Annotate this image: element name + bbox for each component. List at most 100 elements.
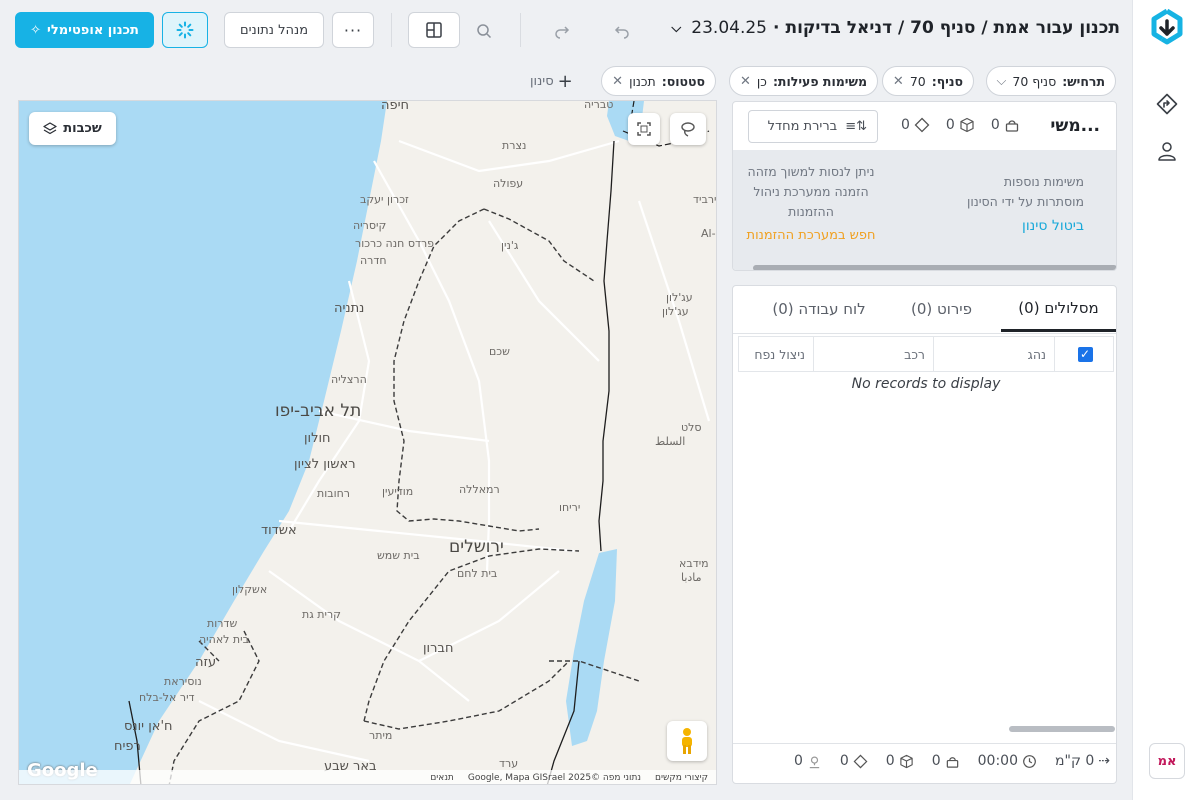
distance-stat: ⇢ 0 ק"מ (1055, 753, 1110, 769)
column-volume-usage[interactable]: ניצול נפח (739, 337, 814, 371)
app-logo[interactable] (1133, 8, 1200, 48)
fullscreen-button[interactable] (628, 113, 660, 145)
chip-key: סניף: (931, 73, 963, 89)
terms-link[interactable]: תנאים (430, 773, 454, 783)
column-vehicle[interactable]: רכב (814, 337, 934, 371)
town-label: רפיח (114, 739, 141, 754)
divider (391, 13, 392, 47)
more-button[interactable]: ··· (332, 12, 374, 48)
town-label: קיסריה (353, 219, 387, 232)
users-nav-item[interactable] (1133, 140, 1200, 162)
redo-button[interactable] (546, 15, 578, 47)
town-label: مادبا (681, 571, 702, 584)
empty-state-text: No records to display (851, 376, 1001, 392)
order-note-line: הזמנה ממערכת ניהול (753, 184, 869, 199)
town-label: נוסיראת (164, 675, 202, 688)
routes-summary: ⇢ 0 ק"מ 00:00 0 0 0 0 (794, 753, 1110, 769)
chevron-down-icon[interactable]: ⌵ (671, 21, 681, 36)
town-label: נתניה (334, 301, 365, 316)
town-label: יריחו (559, 501, 581, 514)
close-icon[interactable]: ✕ (612, 74, 623, 89)
horizontal-scrollbar[interactable] (1009, 726, 1115, 732)
map-footer: קיצורי מקשים נתוני מפה ©2025 Google, Map… (19, 770, 716, 784)
routes-nav-item[interactable] (1133, 93, 1200, 115)
tab-routes[interactable]: מסלולים (0) (1001, 286, 1116, 332)
volume-stat: 0 (840, 753, 868, 769)
filter-chip-scenario[interactable]: תרחיש: סניף 70 ⌵ (985, 66, 1116, 96)
volume-count: 0 (901, 117, 910, 133)
cancel-filter-link[interactable]: ביטול סינון (967, 216, 1084, 236)
town-label: דיר אל-בלח (139, 691, 195, 704)
chip-value: תכנון (629, 73, 656, 89)
diamond-icon (853, 754, 868, 768)
layers-button[interactable]: שכבות (29, 112, 116, 145)
keyboard-shortcuts-link[interactable]: קיצורי מקשים (655, 773, 708, 783)
footer-divider (733, 743, 1116, 744)
town-label: السلط (655, 435, 686, 448)
search-button[interactable] (468, 15, 500, 47)
redo-icon (555, 26, 570, 39)
layout-toggle-button[interactable] (408, 12, 460, 48)
column-driver[interactable]: נהג (934, 337, 1055, 371)
user-icon (1158, 142, 1176, 161)
tab-details[interactable]: פירוט (0) (884, 286, 999, 332)
town-label: Al-I (701, 227, 716, 240)
stops-value: 0 (793, 753, 803, 769)
town-label: טבריה (584, 100, 614, 111)
column-volume-label: ניצול נפח (754, 346, 805, 362)
clock-icon (1023, 754, 1036, 768)
town-label: סלט (681, 421, 702, 434)
town-label: ירושלים (449, 537, 504, 557)
layers-label: שכבות (63, 121, 102, 136)
town-label: חולון (304, 431, 331, 446)
filter-chip-active-tasks[interactable]: משימות פעילות: כן ✕ (729, 66, 878, 96)
boxes-stat: 0 (946, 117, 975, 133)
sort-icon: ⇅≡ (845, 119, 867, 134)
town-label: זכרון יעקב (360, 193, 409, 206)
sparkle-icon: ✧ (30, 22, 42, 38)
boxes-count: 0 (945, 117, 955, 133)
filter-chip-status[interactable]: סטטוס: תכנון ✕ (601, 66, 716, 96)
chip-key: תרחיש: (1062, 73, 1105, 89)
undo-button[interactable] (606, 15, 638, 47)
layout-panels-icon (426, 22, 442, 38)
tasks-panel: משי... 0 0 0 ⇅≡ ברירת מחדל משימות נוספות… (732, 101, 1117, 271)
town-label: בית שמש (377, 549, 420, 562)
chip-key: סטטוס: (661, 73, 705, 89)
sort-default-label: ברירת מחדל (767, 119, 838, 134)
plus-icon: + (557, 71, 573, 92)
close-icon[interactable]: ✕ (740, 74, 751, 89)
lasso-select-button[interactable] (670, 113, 706, 145)
data-manager-button[interactable]: מנהל נתונים (224, 12, 324, 48)
town-label: בית לחם (457, 567, 498, 580)
chip-value: כן (756, 73, 767, 89)
hidden-note-line: מוסתרות על ידי הסינון (966, 194, 1084, 209)
check-icon: ✓ (1077, 346, 1093, 362)
add-filter-button[interactable]: + סינון (530, 71, 573, 92)
street-view-pegman[interactable] (667, 721, 707, 761)
town-label: אשדוד (261, 523, 297, 538)
filter-chip-branch[interactable]: סניף: 70 ✕ (881, 66, 974, 96)
weight-value: 0 (931, 753, 941, 769)
map-data-credit: נתוני מפה ©2025 Google, Mapa GISrael (467, 773, 641, 783)
tab-details-label: פירוט (0) (910, 300, 973, 318)
page-title-text: תכנון עבור אמת / סניף 70 / דניאל בדיקות (785, 18, 1120, 38)
chip-key: משימות פעילות: (772, 73, 867, 89)
horizontal-scrollbar[interactable] (753, 265, 1116, 270)
tab-workboard[interactable]: לוח עבודה (0) (760, 286, 878, 332)
chip-value: סניף 70 (1012, 73, 1057, 89)
loading-toggle-button[interactable] (162, 12, 208, 48)
optimal-planning-button[interactable]: תכנון אופטימלי ✧ (15, 12, 154, 48)
town-label: ערד (499, 757, 519, 770)
empty-tasks-area: משימות נוספות מוסתרות על ידי הסינון ביטו… (733, 150, 1116, 270)
select-all-checkbox[interactable]: ✓ (1074, 343, 1096, 365)
town-label: בית לאהיה (199, 633, 249, 646)
sort-default-select[interactable]: ⇅≡ ברירת מחדל (748, 110, 878, 143)
chevron-down-icon[interactable]: ⌵ (997, 74, 1007, 89)
weight-icon (1005, 120, 1018, 132)
title-dot: · (772, 18, 780, 38)
user-avatar[interactable]: אמ (1149, 743, 1185, 779)
map-view[interactable]: חיפה טבריה נצרת עפולה זכרון יעקב קיסריה … (18, 100, 717, 785)
search-orders-link[interactable]: חפש במערכת ההזמנות (740, 226, 882, 246)
close-icon[interactable]: ✕ (893, 74, 904, 89)
